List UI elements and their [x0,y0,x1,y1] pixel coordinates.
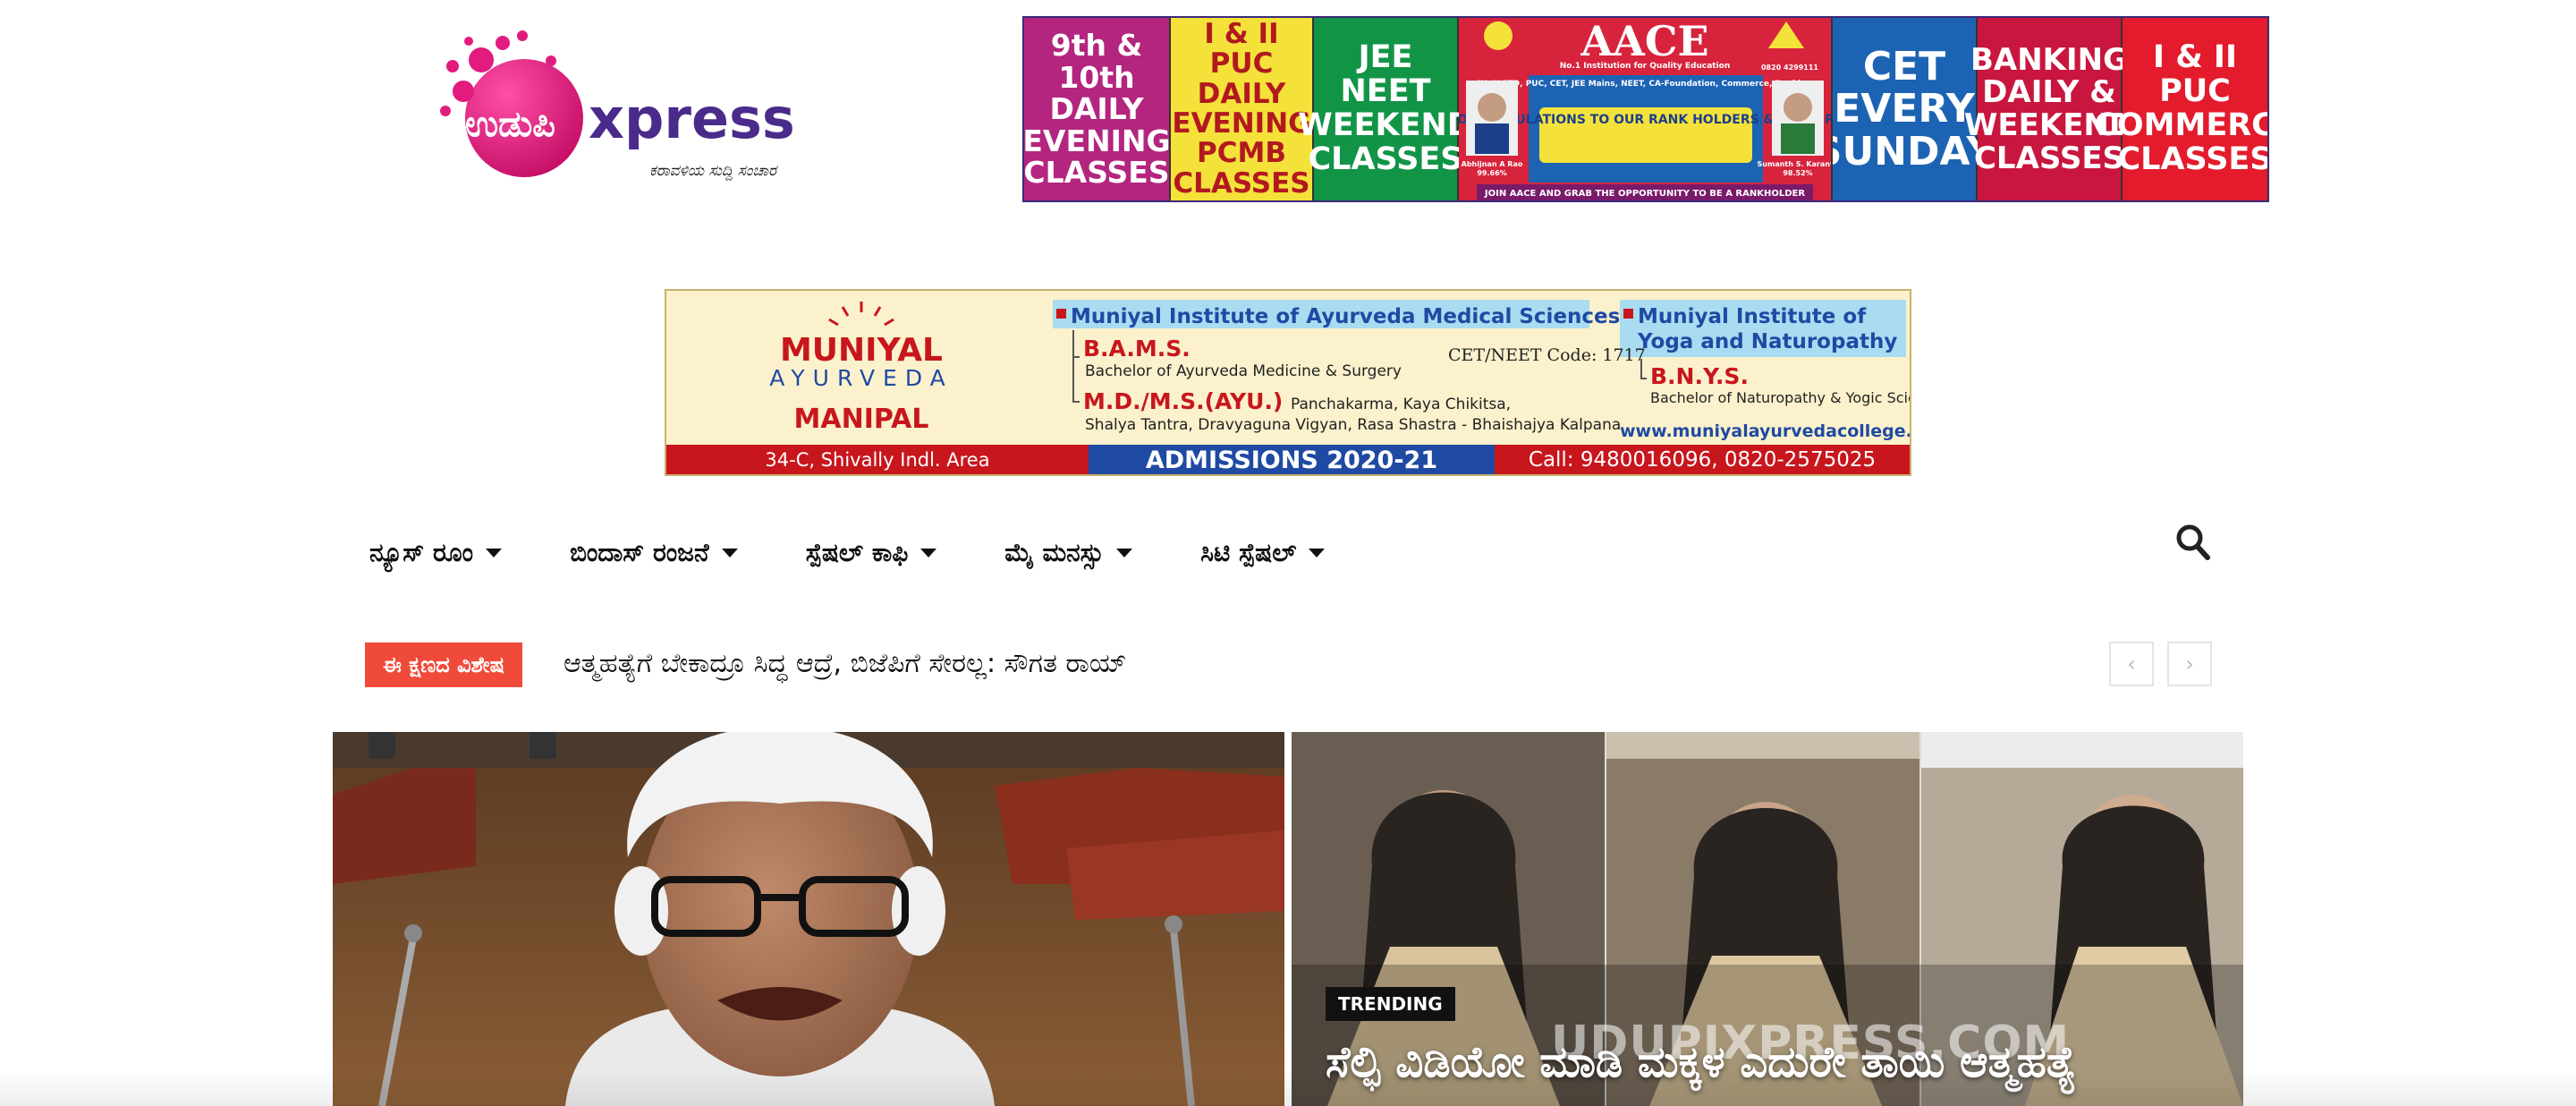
muniyal-inst2-line1: Muniyal Institute of [1638,305,1867,328]
chevron-left-icon: ‹ [2127,651,2136,676]
ad-cell-2[interactable]: I & II PUC DAILY EVENING PCMB CLASSES [1171,18,1314,200]
nav-item-city-special[interactable]: ಸಿಟಿ ಸ್ಪೆಷಲ್ [1200,538,1326,568]
aace-student-b-score: 98.52% [1783,169,1812,177]
ad-cell-6[interactable]: I & IIPUCCOMMERCECLASSES [2094,18,2267,200]
ad-cell-line: DAILY [1197,77,1286,110]
ad-cell-line: CLASSES [1023,155,1170,191]
ad-cell-line: PUC [2159,73,2231,110]
aace-student-a: Abhijnan A Rao [1462,160,1523,168]
top-ad-banner[interactable]: 9th & 10th DAILY EVENING CLASSES I & II PUC D… [1022,16,2269,202]
muniyal-course3-desc: Bachelor of Naturopathy & Yogic Science [1650,389,1910,406]
aace-ad-block[interactable]: AACE No.1 Institution for Quality Educati… [1448,18,1843,200]
nav-item-my-manassu[interactable]: ಮೈ ಮನಸ್ಸು [1004,538,1133,568]
muniyal-address: 34-C, Shivally Indl. Area [765,449,989,471]
muniyal-course1-desc: Bachelor of Ayurveda Medicine & Surgery [1085,362,1402,380]
nav-item-label: ಮೈ ಮನಸ್ಸು [1004,538,1105,567]
caret-down-icon [1116,549,1133,557]
muniyal-city: MANIPAL [794,404,929,435]
muniyal-cet-code: CET/NEET Code: 1717 [1448,345,1646,365]
ad-cell-line: PCMB [1197,137,1286,170]
ad-cell-line: CLASSES [1308,140,1463,177]
chevron-right-icon: › [2185,651,2194,676]
muniyal-ad-banner[interactable]: MUNIYAL AYURVEDA MANIPAL 34-C, Shivally … [665,289,1911,476]
muniyal-course2: M.D./M.S.(AYU.) [1083,388,1283,414]
nav-item-newsroom[interactable]: ನ್ಯೂಸ್ ರೂಂ [369,538,503,568]
logo-right-text: xpress [589,86,795,151]
logo-graphic: ಉಡುಪಿ xpress ಕರಾವಳಿಯ ಸುದ್ದಿ ಸಂಚಾರ [440,30,795,182]
caret-down-icon [721,549,738,557]
logo-left-text: ಉಡುಪಿ [465,104,555,145]
ad-cell-line: I & II PUC [1204,17,1279,81]
ad-cell-line: DAILY & [1982,74,2116,111]
muniyal-inst2-line2: Yoga and Naturopathy [1637,330,1897,353]
ad-cell-line: CLASSES [2117,140,2269,177]
ad-cell-1[interactable]: 9th & 10th DAILY EVENING CLASSES [1024,18,1171,200]
ad-cell-line: CET [1862,43,1946,89]
ad-cell-line: CLASSES [1173,166,1310,200]
ticker-prev-button[interactable]: ‹ [2109,642,2154,686]
muniyal-inst1: Muniyal Institute of Ayurveda Medical Sc… [1071,305,1620,328]
aace-title: AACE [1580,18,1708,65]
muniyal-admissions: ADMISSIONS 2020-21 [1146,447,1437,474]
ticker-next-button[interactable]: › [2167,642,2212,686]
ticker-badge: ಈ ಕ್ಷಣದ ವಿಶೇಷ [365,642,522,687]
ad-cell-line: CLASSES [1973,140,2125,176]
page-bottom-shadow [0,1070,2576,1106]
breaking-news-ticker: ಈ ಕ್ಷಣದ ವಿಶೇಷ ಆತ್ಮಹತ್ಯೆಗೆ ಬೇಕಾದ್ರೂ ಸಿದ್ಧ… [365,641,2243,689]
featured-post-image-1[interactable] [333,732,1284,1106]
featured-post-2[interactable]: UDUPIXPRESS.COM TRENDING ಸೆಲ್ಫಿ ವಿಡಿಯೋ ಮ… [1292,732,2243,1106]
caret-down-icon [1309,549,1326,557]
ad-cell-line: BANKING [1970,41,2129,78]
ad-cell-line: EVENING [1022,123,1171,158]
site-logo[interactable]: ಉಡುಪಿ xpress ಕರಾವಳಿಯ ಸುದ್ದಿ ಸಂಚಾರ [436,29,823,190]
muniyal-brand-sub: AYURVEDA [769,365,953,391]
ad-cell-4[interactable]: CET EVERY SUNDAY [1814,18,1995,200]
search-icon[interactable] [2175,523,2211,563]
main-nav: ನ್ಯೂಸ್ ರೂಂ ಬಿಂದಾಸ್ ರಂಜನೆ ಸ್ಪೆಷಲ್ ಕಾಫಿ ಮೈ ಮನ… [369,528,1393,578]
ad-cell-line: EVENING [1172,107,1311,140]
muniyal-course2-desc2: Shalya Tantra, Dravyaguna Vigyan, Rasa S… [1085,416,1621,434]
nav-item-label: ಬಿಂದಾಸ್ ರಂಜನೆ [570,538,709,567]
nav-item-label: ಸ್ಪೆಷಲ್ ಕಾಫಿ [805,538,909,567]
ad-cell-line: JEE [1358,39,1413,76]
muniyal-call: Call: 9480016096, 0820-2575025 [1529,448,1876,472]
page: ಉಡುಪಿ xpress ಕರಾವಳಿಯ ಸುದ್ದಿ ಸಂಚಾರ 9th & … [0,0,2576,1106]
politician-photo [333,732,1284,1106]
logo-tagline: ಕರಾವಳಿಯ ಸುದ್ದಿ ಸಂಚಾರ [649,162,778,182]
muniyal-course1: B.A.M.S. [1083,336,1191,362]
muniyal-course3: B.N.Y.S. [1650,363,1749,389]
nav-item-bindas-ranjane[interactable]: ಬಿಂದಾಸ್ ರಂಜನೆ [570,538,738,568]
ad-cell-line: COMMERCE [2094,107,2267,143]
aace-footer: JOIN AACE AND GRAB THE OPPORTUNITY TO BE… [1484,189,1805,199]
ad-cell-line: EVERY [1834,86,1975,132]
aace-tagline: No.1 Institution for Quality Education [1560,62,1731,71]
muniyal-ad-graphic: MUNIYAL AYURVEDA MANIPAL 34-C, Shivally … [666,291,1910,474]
aace-phone: 0820 4299111 [1761,64,1818,72]
nav-item-label: ಸಿಟಿ ಸ್ಪೆಷಲ್ [1200,538,1297,567]
nav-item-label: ನ್ಯೂಸ್ ರೂಂ [369,538,474,567]
nav-item-special-coffee[interactable]: ಸ್ಪೆಷಲ್ ಕಾಫಿ [806,538,937,568]
aace-student-a-score: 99.66% [1477,169,1506,177]
ad-cell-3[interactable]: JEE NEET WEEKEND CLASSES [1298,18,1473,200]
muniyal-website: www.muniyalayurvedacollege.com [1620,421,1910,441]
aace-courses: IX, X STD, PUC, CET, JEE Mains, NEET, CA… [1478,80,1812,89]
ad-cell-line: NEET [1340,73,1431,110]
ticker-headline-link[interactable]: ಆತ್ಮಹತ್ಯೆಗೆ ಬೇಕಾದ್ರೂ ಸಿದ್ಧ ಆದ್ರೆ, ಬಿಜೆಪಿ… [564,648,1127,679]
ad-cell-line: DAILY [1049,91,1144,127]
ad-cell-line: I & II [2153,39,2237,76]
ad-cell-line: WEEKEND [1298,107,1473,143]
muniyal-brand: MUNIYAL [780,332,943,369]
ad-cell-line: 9th & 10th [1050,27,1143,95]
caret-down-icon [920,549,937,557]
caret-down-icon [486,549,503,557]
trending-badge[interactable]: TRENDING [1326,987,1455,1021]
aace-student-b: Sumanth S. Karanth [1758,160,1831,168]
muniyal-course2-desc1: Panchakarma, Kaya Chikitsa, [1291,396,1511,413]
